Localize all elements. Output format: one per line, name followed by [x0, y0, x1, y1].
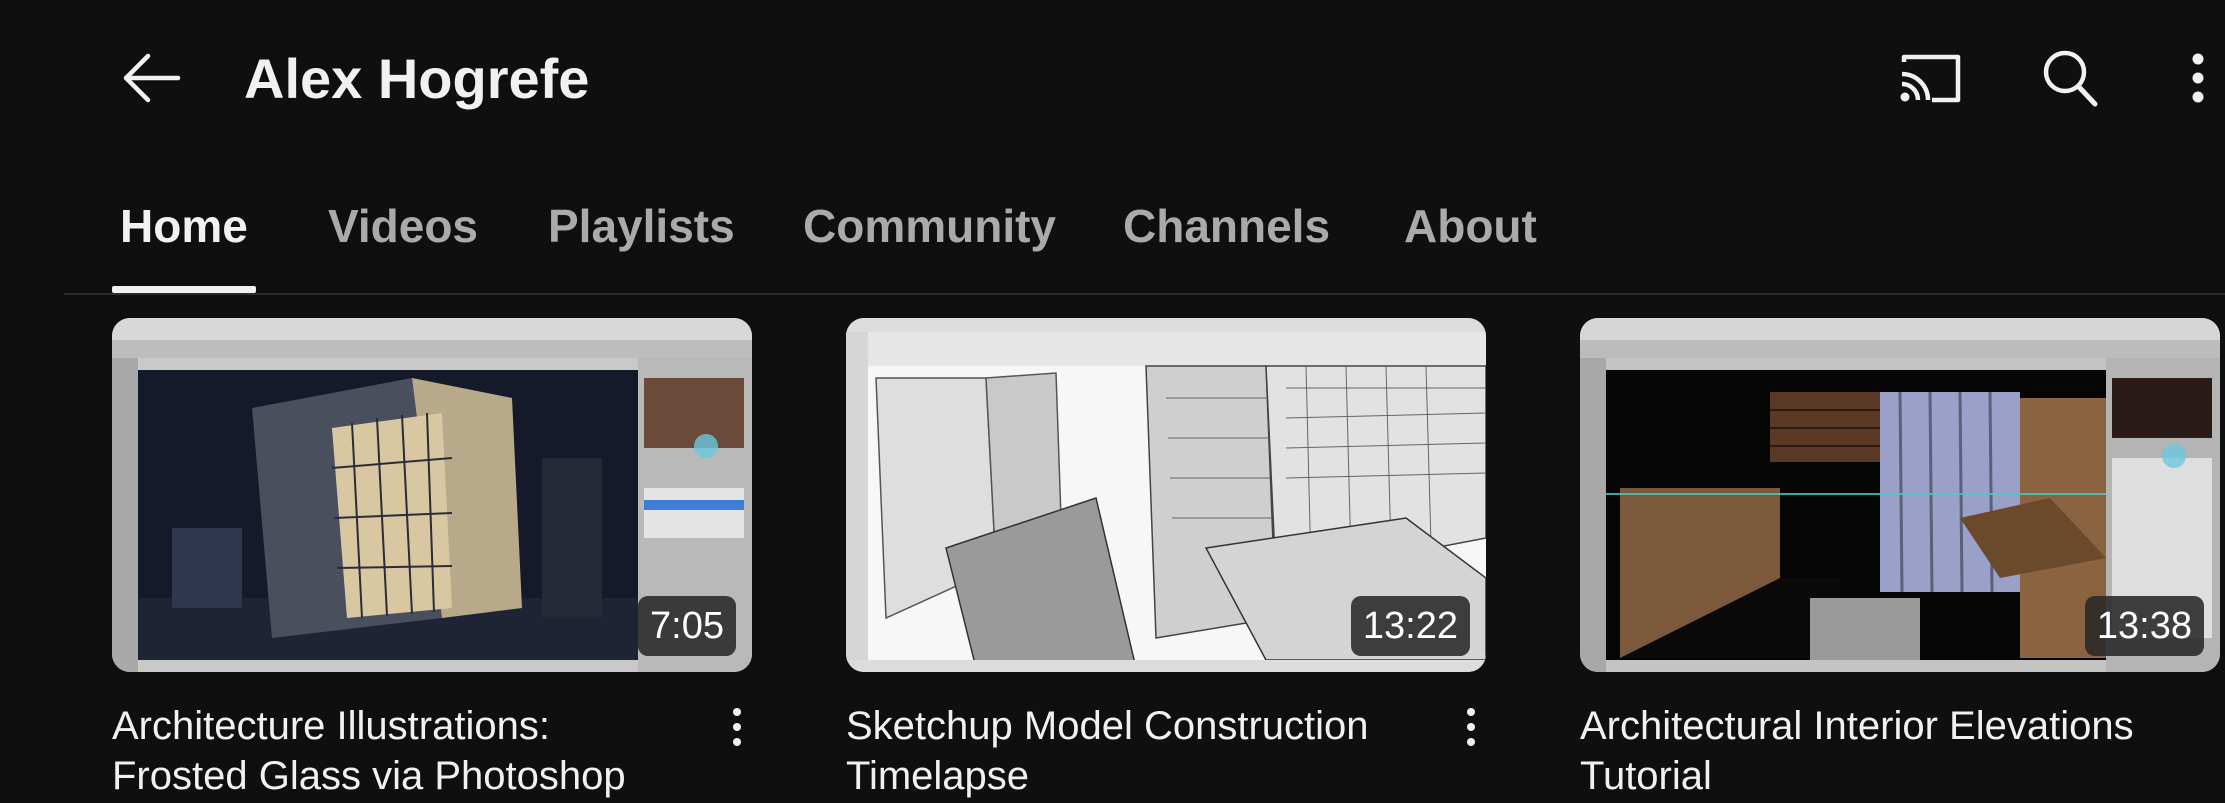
cast-button[interactable]: [1890, 40, 1970, 120]
cast-icon: [1898, 52, 1962, 109]
video-more-button[interactable]: [2208, 702, 2225, 762]
video-more-button[interactable]: [712, 702, 762, 762]
video-title[interactable]: Architecture Illustrations: Frosted Glas…: [112, 701, 672, 801]
video-thumbnail[interactable]: 13:38: [1580, 318, 2220, 672]
video-thumbnail[interactable]: 13:22: [846, 318, 1486, 672]
video-card[interactable]: 13:22 Sketchup Model Construction Timela…: [846, 318, 1486, 798]
channel-tabs: Home Videos Playlists Community Channels…: [0, 180, 2225, 295]
video-duration: 13:22: [1350, 596, 1470, 656]
video-duration: 13:38: [2084, 596, 2204, 656]
video-duration: 7:05: [638, 596, 736, 656]
video-more-button[interactable]: [1446, 702, 1496, 762]
back-button[interactable]: [112, 40, 192, 120]
video-thumbnail[interactable]: 7:05: [112, 318, 752, 672]
search-icon: [2041, 48, 2099, 113]
tab-community[interactable]: Community: [803, 198, 1056, 254]
more-vertical-icon: [2191, 53, 2205, 108]
tab-videos[interactable]: Videos: [328, 198, 478, 254]
tab-channels[interactable]: Channels: [1123, 198, 1330, 254]
video-title[interactable]: Architectural Interior Elevations Tutori…: [1580, 701, 2140, 801]
channel-title: Alex Hogrefe: [244, 47, 590, 110]
more-vertical-icon: [733, 702, 741, 746]
video-card[interactable]: 7:05 Architecture Illustrations: Frosted…: [112, 318, 752, 798]
more-vertical-icon: [1467, 702, 1475, 746]
search-button[interactable]: [2030, 40, 2110, 120]
tab-home[interactable]: Home: [120, 198, 248, 254]
more-options-button[interactable]: [2170, 40, 2225, 120]
tab-about[interactable]: About: [1404, 198, 1537, 254]
top-app-bar: Alex Hogrefe: [0, 0, 2225, 160]
active-tab-indicator: [112, 286, 256, 293]
tab-playlists[interactable]: Playlists: [548, 198, 735, 254]
video-card[interactable]: 13:38 Architectural Interior Elevations …: [1580, 318, 2220, 798]
video-title[interactable]: Sketchup Model Construction Timelapse: [846, 701, 1406, 801]
arrow-left-icon: [122, 53, 182, 108]
tabs-divider: [64, 293, 2225, 295]
